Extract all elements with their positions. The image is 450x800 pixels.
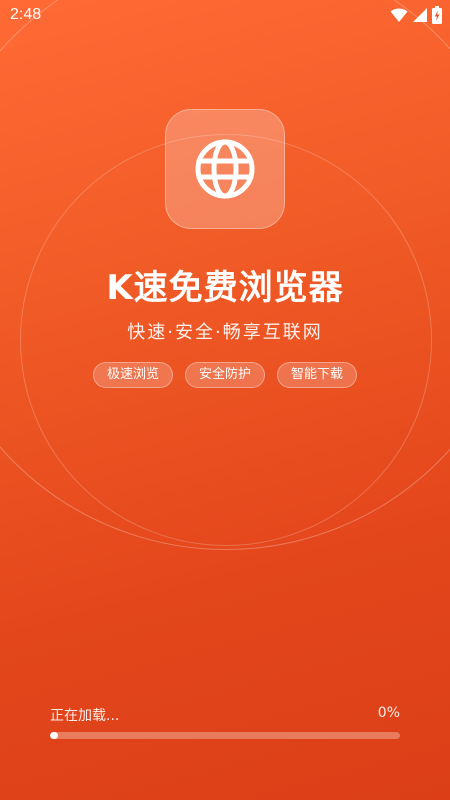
app-icon [165,109,285,229]
feature-chip: 安全防护 [184,362,265,388]
feature-chip: 智能下载 [277,362,358,388]
status-bar: 2:48 [0,0,450,32]
status-time: 2:48 [10,6,42,23]
signal-icon [412,7,428,23]
progress-fill [50,732,58,739]
feature-chips: 极速浏览 安全防护 智能下载 [0,362,450,388]
feature-chip: 极速浏览 [92,362,173,388]
status-icons [390,6,442,24]
globe-icon [193,137,257,201]
loading-label: 正在加载... [50,708,120,724]
loading-percent: 0% [377,705,400,721]
app-tagline: 快速·安全·畅享互联网 [127,322,323,343]
app-title: K速免费浏览器 [106,268,344,308]
progress-bar [50,732,400,739]
wifi-icon [390,7,408,23]
battery-charging-icon [432,6,442,24]
splash-screen: 2:48 K速免费浏览器 快速·安全·畅享互联网 极速浏览 安全防护 智能下载 … [0,0,450,800]
